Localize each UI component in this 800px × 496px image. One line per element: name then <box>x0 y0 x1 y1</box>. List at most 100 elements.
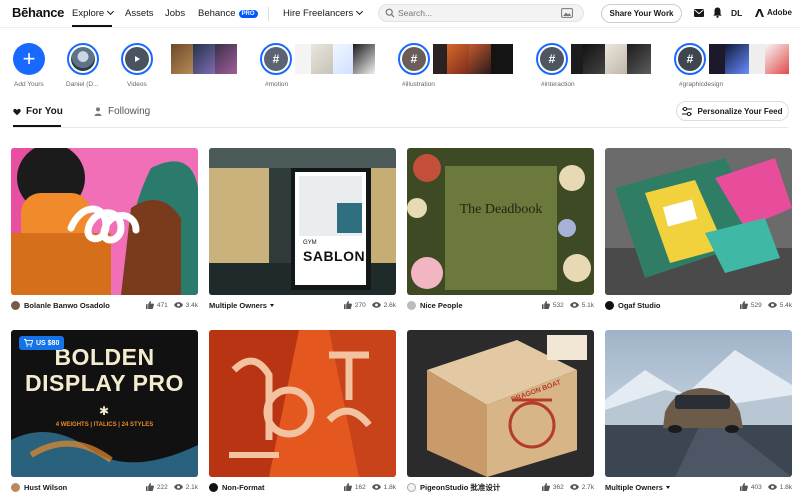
eye-icon <box>767 484 777 490</box>
project-thumbnail[interactable] <box>11 148 198 295</box>
owner-name[interactable]: Hust Wilson <box>24 483 67 492</box>
hashtag-icon: # <box>540 47 564 71</box>
story-tag-illustration[interactable]: # <box>398 43 430 75</box>
cart-icon <box>24 339 33 347</box>
hashtag-icon: # <box>402 47 426 71</box>
project-stats: 403 1.8k <box>739 483 792 491</box>
nav-behance-pro[interactable]: Behance PRO <box>198 8 258 19</box>
owner-name[interactable]: Multiple Owners <box>209 301 267 310</box>
owner-name[interactable]: Ogaf Studio <box>618 301 661 310</box>
motion-preview-strip[interactable] <box>295 44 375 74</box>
nav-active-indicator <box>72 25 112 27</box>
avatar[interactable] <box>605 300 614 310</box>
story-tag-graphicdesign[interactable]: # <box>674 43 706 75</box>
tab-following[interactable]: Following <box>94 106 150 117</box>
nav-explore[interactable]: Explore <box>72 7 115 19</box>
thumbs-up-icon <box>343 301 352 309</box>
like-count: 162 <box>354 483 366 491</box>
story-label: Add Yours <box>14 81 44 88</box>
tab-for-you[interactable]: For You <box>13 106 63 117</box>
story-label: #interaction <box>541 81 575 88</box>
project-thumbnail[interactable]: The Deadbook <box>407 148 594 295</box>
personalize-feed-button[interactable]: Personalize Your Feed <box>676 101 789 121</box>
avatar[interactable] <box>407 482 416 492</box>
eye-icon <box>569 484 579 490</box>
project-thumbnail[interactable]: DRAGON BOAT <box>407 330 594 477</box>
like-count: 529 <box>750 301 762 309</box>
adobe-label: Adobe <box>767 8 792 17</box>
avatar[interactable] <box>407 300 416 310</box>
nav-assets[interactable]: Assets <box>125 8 154 19</box>
project-meta: Multiple Owners 403 1.8k <box>605 481 792 493</box>
search-bar <box>378 4 584 22</box>
behance-logo[interactable]: Bēhance <box>12 5 64 20</box>
personalize-feed-label: Personalize Your Feed <box>697 106 783 116</box>
avatar[interactable] <box>11 300 20 310</box>
project-stats: 162 1.8k <box>343 483 396 491</box>
avatar[interactable] <box>11 482 20 492</box>
project-thumbnail[interactable] <box>209 330 396 477</box>
illustration-preview-strip[interactable] <box>433 44 513 74</box>
nav-jobs[interactable]: Jobs <box>165 8 185 19</box>
view-count: 3.4k <box>185 301 198 309</box>
view-count: 2.6k <box>383 301 396 309</box>
tabs-divider <box>13 127 788 128</box>
project-stats: 471 3.4k <box>145 301 198 309</box>
add-story-button[interactable]: + <box>13 43 45 75</box>
story-tag-motion[interactable]: # <box>260 43 292 75</box>
nav-explore-label: Explore <box>72 8 105 19</box>
eye-icon <box>371 302 381 308</box>
view-count: 1.8k <box>779 483 792 491</box>
chevron-down-icon <box>356 7 364 16</box>
poster-title: SABLON <box>303 248 366 264</box>
story-avatar-daniel[interactable] <box>67 43 99 75</box>
typeface-title: BOLDEN DISPLAY PRO <box>25 344 184 396</box>
project-thumbnail[interactable]: ✱ BOLDEN DISPLAY PRO 4 WEIGHTS | ITALICS… <box>11 330 198 477</box>
thumbs-up-icon <box>541 301 550 309</box>
mail-icon[interactable] <box>694 9 704 17</box>
view-count: 2.1k <box>185 483 198 491</box>
typeface-subtitle: 4 WEIGHTS | ITALICS | 24 STYLES <box>55 422 154 428</box>
interaction-preview-strip[interactable] <box>571 44 651 74</box>
caret-down-icon[interactable] <box>665 485 670 489</box>
owner-name[interactable]: Nice People <box>420 301 463 310</box>
project-meta: Non-Format 162 1.8k <box>209 481 396 493</box>
image-search-icon[interactable] <box>561 8 573 18</box>
like-count: 362 <box>552 483 564 491</box>
owner-name[interactable]: Non-Format <box>222 483 265 492</box>
story-label: Videos <box>127 81 147 88</box>
price-badge[interactable]: US $80 <box>19 336 65 350</box>
bell-icon[interactable] <box>713 7 722 18</box>
project-cover-book <box>407 148 594 295</box>
adobe-link[interactable]: Adobe <box>755 8 792 17</box>
project-thumbnail[interactable] <box>605 330 792 477</box>
view-count: 1.8k <box>383 483 396 491</box>
story-label: #graphicdesign <box>679 81 724 88</box>
nav-hire-freelancers[interactable]: Hire Freelancers <box>283 7 364 19</box>
person-icon <box>94 107 102 116</box>
project-thumbnail[interactable] <box>605 148 792 295</box>
graphicdesign-preview-strip[interactable] <box>709 44 789 74</box>
story-tag-interaction[interactable]: # <box>536 43 568 75</box>
top-nav: Bēhance Explore Assets Jobs Behance PRO H… <box>0 0 800 28</box>
owner-name[interactable]: PigeonStudio 批准设计 <box>420 482 500 493</box>
caret-down-icon[interactable] <box>269 303 274 307</box>
avatar[interactable] <box>209 482 218 492</box>
search-input[interactable] <box>398 8 548 18</box>
project-stats: 532 5.1k <box>541 301 594 309</box>
like-count: 403 <box>750 483 762 491</box>
owner-name[interactable]: Bolanle Banwo Osadolo <box>24 301 110 310</box>
project-stats: 362 2.7k <box>541 483 594 491</box>
story-videos[interactable] <box>121 43 153 75</box>
eye-icon <box>569 302 579 308</box>
tab-for-you-label: For You <box>26 106 63 117</box>
nav-divider <box>268 7 269 21</box>
share-your-work-button[interactable]: Share Your Work <box>601 4 682 23</box>
view-count: 5.4k <box>779 301 792 309</box>
project-thumbnail[interactable]: GYM SABLON <box>209 148 396 295</box>
videos-preview-strip[interactable] <box>171 44 237 74</box>
project-cover-illustration <box>11 148 198 295</box>
user-avatar[interactable]: DL <box>731 8 742 18</box>
owner-name[interactable]: Multiple Owners <box>605 483 663 492</box>
like-count: 222 <box>156 483 168 491</box>
